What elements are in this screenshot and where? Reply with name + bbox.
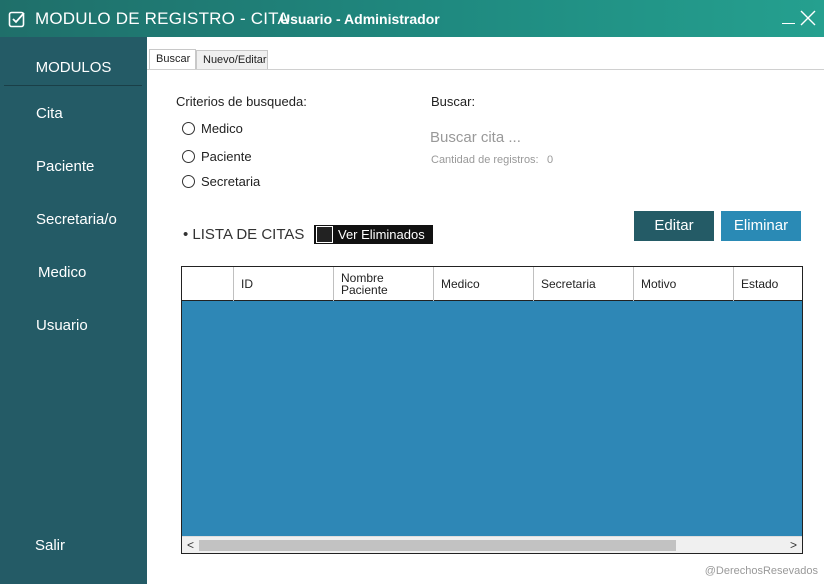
horizontal-scrollbar[interactable]: < > bbox=[182, 536, 802, 553]
column-header-secretaria[interactable]: Secretaria bbox=[533, 267, 633, 301]
sidebar-item-salir[interactable]: Salir bbox=[35, 537, 65, 554]
radio-label: Medico bbox=[201, 121, 243, 136]
tab-nuevo-editar[interactable]: Nuevo/Editar bbox=[196, 50, 268, 70]
close-icon[interactable] bbox=[799, 9, 817, 27]
sidebar-divider bbox=[4, 85, 142, 86]
tab-divider bbox=[147, 69, 824, 70]
radio-button[interactable] bbox=[182, 175, 195, 188]
column-header-nombre-paciente[interactable]: Nombre Paciente bbox=[333, 267, 433, 301]
checkbox-icon bbox=[8, 11, 25, 28]
radio-button[interactable] bbox=[182, 150, 195, 163]
user-label: Usuario - Administrador bbox=[280, 11, 440, 27]
footer-copyright: @DerechosResevados bbox=[704, 565, 818, 577]
minimize-icon[interactable] bbox=[782, 6, 796, 26]
sidebar-item-usuario[interactable]: Usuario bbox=[36, 317, 88, 334]
column-header-medico[interactable]: Medico bbox=[433, 267, 533, 301]
radio-button[interactable] bbox=[182, 122, 195, 135]
sidebar-item-secretaria[interactable]: Secretaria/o bbox=[36, 211, 117, 228]
sidebar: MODULOS Cita Paciente Secretaria/o Medic… bbox=[0, 37, 147, 584]
window-title: MODULO DE REGISTRO - CITA bbox=[35, 9, 290, 28]
sidebar-item-medico[interactable]: Medico bbox=[38, 264, 86, 281]
checkbox-label: Ver Eliminados bbox=[338, 227, 425, 242]
tab-buscar[interactable]: Buscar bbox=[149, 49, 196, 70]
sidebar-item-cita[interactable]: Cita bbox=[36, 105, 63, 122]
grid-header: ID Nombre Paciente Medico Secretaria Mot… bbox=[182, 267, 802, 301]
radio-label: Secretaria bbox=[201, 174, 261, 189]
sidebar-item-paciente[interactable]: Paciente bbox=[36, 158, 94, 175]
delete-button[interactable]: Eliminar bbox=[721, 211, 801, 241]
checkbox-box[interactable] bbox=[316, 226, 333, 243]
record-count-label: Cantidad de registros: bbox=[431, 154, 539, 166]
title-bar: MODULO DE REGISTRO - CITA Usuario - Admi… bbox=[0, 0, 824, 37]
column-header-selector[interactable] bbox=[182, 267, 233, 301]
column-header-estado[interactable]: Estado bbox=[733, 267, 802, 301]
search-input[interactable] bbox=[430, 127, 630, 147]
criteria-label: Criterios de busqueda: bbox=[176, 94, 307, 109]
edit-button[interactable]: Editar bbox=[634, 211, 714, 241]
radio-label: Paciente bbox=[201, 149, 252, 164]
show-deleted-checkbox[interactable]: Ver Eliminados bbox=[314, 225, 433, 244]
search-label: Buscar: bbox=[431, 94, 476, 109]
citas-grid[interactable]: ID Nombre Paciente Medico Secretaria Mot… bbox=[181, 266, 803, 554]
record-count-value: 0 bbox=[547, 154, 554, 166]
column-header-id[interactable]: ID bbox=[233, 267, 333, 301]
scroll-right-icon[interactable]: > bbox=[786, 538, 801, 553]
scroll-thumb[interactable] bbox=[199, 540, 676, 551]
column-header-motivo[interactable]: Motivo bbox=[633, 267, 733, 301]
list-title: • LISTA DE CITAS bbox=[183, 226, 305, 243]
scroll-left-icon[interactable]: < bbox=[183, 538, 198, 553]
sidebar-header: MODULOS bbox=[35, 59, 112, 76]
